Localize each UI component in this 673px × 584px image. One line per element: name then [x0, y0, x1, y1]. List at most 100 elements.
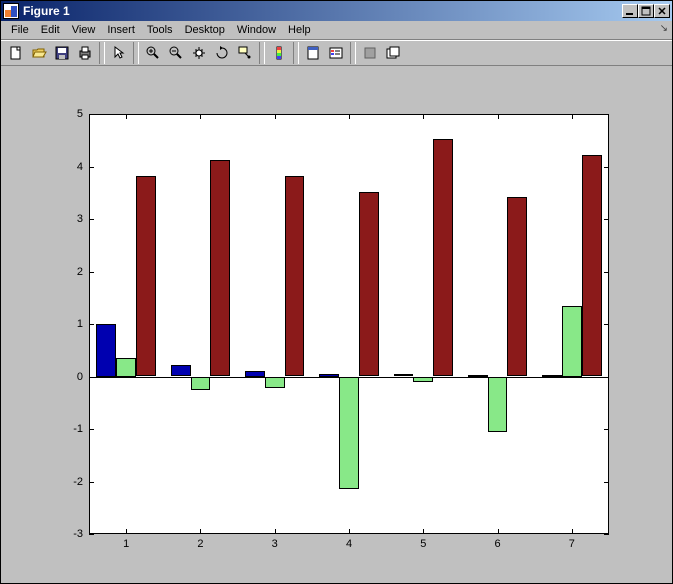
bar — [191, 377, 211, 390]
xtick-label: 4 — [346, 538, 352, 550]
ytick — [604, 167, 609, 168]
menu-tools[interactable]: Tools — [141, 22, 179, 38]
xtick — [423, 114, 424, 119]
ytick-label: 3 — [61, 213, 83, 225]
ytick — [604, 272, 609, 273]
ytick — [604, 324, 609, 325]
xtick — [498, 114, 499, 119]
ytick — [89, 324, 94, 325]
bar — [285, 176, 305, 377]
bar — [210, 160, 230, 376]
ytick-label: 0 — [61, 371, 83, 383]
ytick — [604, 377, 609, 378]
xtick — [126, 114, 127, 119]
xtick-label: 5 — [420, 538, 426, 550]
xtick-label: 2 — [197, 538, 203, 550]
bar — [488, 377, 508, 432]
bar — [171, 365, 191, 377]
legend-icon[interactable] — [325, 42, 347, 64]
pointer-icon[interactable] — [108, 42, 130, 64]
bar — [339, 377, 359, 490]
xtick — [200, 114, 201, 119]
bar — [433, 139, 453, 376]
data-cursor-icon[interactable] — [234, 42, 256, 64]
bar — [468, 375, 488, 377]
rotate-icon[interactable] — [211, 42, 233, 64]
hide-tools-icon[interactable] — [302, 42, 324, 64]
xtick — [572, 114, 573, 119]
xtick — [572, 529, 573, 534]
bar — [116, 358, 136, 376]
xtick — [200, 529, 201, 534]
toolbar-separator — [293, 42, 299, 64]
ytick — [604, 219, 609, 220]
menu-file[interactable]: File — [5, 22, 35, 38]
zoom-in-icon[interactable] — [142, 42, 164, 64]
ytick — [89, 482, 94, 483]
toolbar-separator — [350, 42, 356, 64]
ytick — [89, 219, 94, 220]
ytick-label: 1 — [61, 318, 83, 330]
ytick-label: 2 — [61, 266, 83, 278]
bar — [265, 377, 285, 389]
xtick — [275, 529, 276, 534]
ytick-label: -1 — [61, 423, 83, 435]
ytick — [604, 429, 609, 430]
maximize-button[interactable] — [638, 4, 654, 18]
save-icon[interactable] — [51, 42, 73, 64]
bar — [394, 374, 414, 376]
xtick — [349, 114, 350, 119]
open-icon[interactable] — [28, 42, 50, 64]
toolbar-separator — [99, 42, 105, 64]
xtick — [423, 529, 424, 534]
toolbar — [1, 40, 672, 66]
window-buttons — [622, 4, 670, 18]
xtick-label: 3 — [272, 538, 278, 550]
ytick — [89, 377, 94, 378]
ytick — [89, 272, 94, 273]
bar — [413, 377, 433, 382]
xtick — [349, 529, 350, 534]
ytick — [604, 534, 609, 535]
bar — [96, 324, 116, 377]
menubar: File Edit View Insert Tools Desktop Wind… — [1, 21, 672, 40]
xtick-label: 7 — [569, 538, 575, 550]
minimize-button[interactable] — [622, 4, 638, 18]
xtick — [126, 529, 127, 534]
menu-desktop[interactable]: Desktop — [179, 22, 231, 38]
ytick — [89, 114, 94, 115]
bar — [359, 192, 379, 377]
ytick-label: 4 — [61, 161, 83, 173]
ytick — [604, 114, 609, 115]
menu-edit[interactable]: Edit — [35, 22, 66, 38]
zoom-out-icon[interactable] — [165, 42, 187, 64]
ytick — [604, 482, 609, 483]
colorbar-icon[interactable] — [268, 42, 290, 64]
menu-help[interactable]: Help — [282, 22, 317, 38]
menu-window[interactable]: Window — [231, 22, 282, 38]
bar — [136, 176, 156, 377]
menu-view[interactable]: View — [66, 22, 102, 38]
bar — [542, 375, 562, 377]
ytick — [89, 429, 94, 430]
app-icon — [3, 3, 19, 19]
xtick — [275, 114, 276, 119]
figure-window: Figure 1 File Edit View Insert Tools Des… — [0, 0, 673, 584]
menu-insert[interactable]: Insert — [101, 22, 141, 38]
undock-icon[interactable] — [382, 42, 404, 64]
window-title: Figure 1 — [23, 4, 622, 18]
figure-area[interactable]: -3-2-10123451234567 — [1, 66, 672, 583]
xtick — [498, 529, 499, 534]
ytick — [89, 167, 94, 168]
bar — [319, 374, 339, 377]
xtick-label: 1 — [123, 538, 129, 550]
ytick-label: -2 — [61, 476, 83, 488]
new-figure-icon[interactable] — [5, 42, 27, 64]
xtick-label: 6 — [495, 538, 501, 550]
close-button[interactable] — [654, 4, 670, 18]
bar — [507, 197, 527, 377]
ytick — [89, 534, 94, 535]
pan-icon[interactable] — [188, 42, 210, 64]
dock-icon[interactable] — [359, 42, 381, 64]
print-icon[interactable] — [74, 42, 96, 64]
